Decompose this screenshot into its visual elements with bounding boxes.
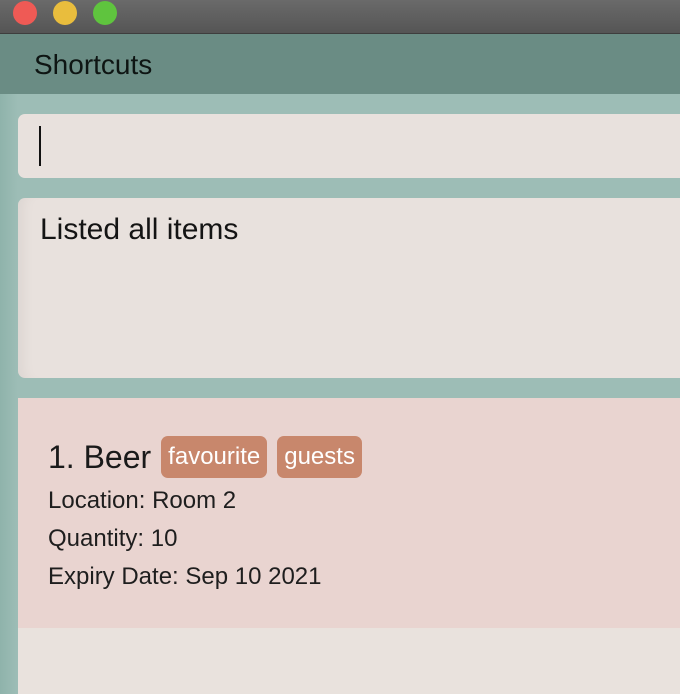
item-quantity: Quantity: 10 [48,525,178,552]
tag-badge: favourite [161,436,268,478]
result-message: Listed all items [40,213,239,246]
item-card[interactable]: 1. Beer favourite guests Location: Room … [18,398,680,628]
text-caret [39,126,41,166]
menu-bar: Shortcuts [0,34,680,94]
minimize-window-button[interactable] [53,1,77,25]
command-input[interactable] [18,114,680,178]
zoom-window-button[interactable] [93,1,117,25]
result-display: Listed all items [18,198,680,378]
window-titlebar [0,0,680,34]
item-card-header: 1. Beer favourite guests [48,436,372,478]
tag-badge: guests [277,436,362,478]
item-title: 1. Beer [48,439,152,475]
item-location: Location: Room 2 [48,487,237,514]
left-edge-shade [0,94,18,694]
menu-shortcuts[interactable]: Shortcuts [34,47,152,83]
close-window-button[interactable] [13,1,37,25]
item-list-panel[interactable]: 1. Beer favourite guests Location: Room … [18,398,680,694]
item-expiry-date: Expiry Date: Sep 10 2021 [48,563,322,590]
